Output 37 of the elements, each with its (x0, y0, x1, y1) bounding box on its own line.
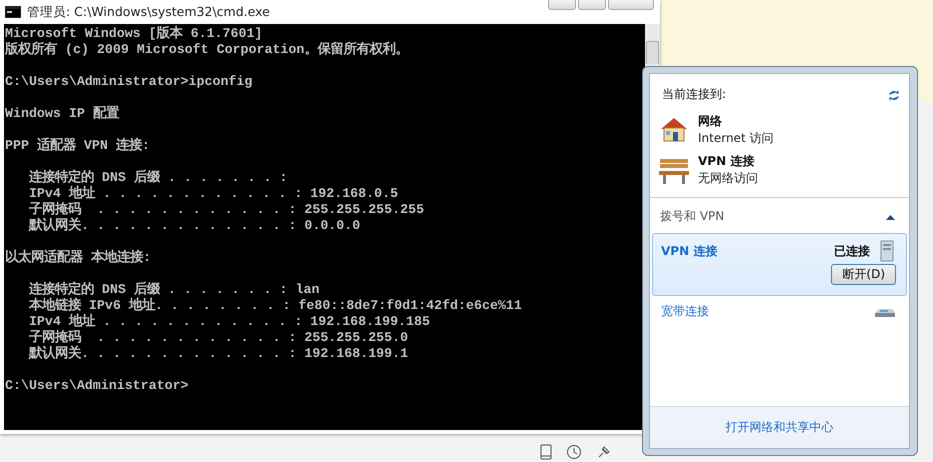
connection-state: 已连接 (834, 242, 870, 260)
window-title: 管理员: C:\Windows\system32\cmd.exe (27, 4, 270, 20)
console-line: IPv4 地址 . . . . . . . . . . . . : 192.168.199.185 (28, 314, 430, 330)
console-line: 以太网适配器 本地连接: (5, 250, 151, 266)
section-heading: 拨号和 VPN (660, 208, 724, 225)
pin-icon[interactable] (596, 444, 612, 460)
console-line: Windows IP 配置 (5, 106, 119, 122)
connection-status: Internet 访问 (698, 130, 774, 147)
phone-icon[interactable] (540, 444, 552, 460)
refresh-icon[interactable] (887, 88, 901, 100)
flyout-heading: 当前连接到: (662, 86, 726, 103)
console-line: 本地链接 IPv6 地址. . . . . . . . : fe80::8de7:f0d1:42fd:e6ce%11 (28, 298, 522, 314)
console-line: 默认网关. . . . . . . . . . . . . : 0.0.0.0 (28, 218, 360, 234)
console-line: 连接特定的 DNS 后缀 . . . . . . . : lan (28, 282, 320, 298)
network-center-link[interactable]: 打开网络和共享中心 (726, 419, 834, 436)
console-line: IPv4 地址 . . . . . . . . . . . . : 192.168.0.5 (28, 186, 398, 202)
console-line: 连接特定的 DNS 后缀 . . . . . . . : (28, 170, 288, 186)
disconnect-button[interactable]: 断开(D) (831, 264, 896, 285)
caret-up-icon[interactable] (886, 214, 895, 220)
connection-name: 宽带连接 (661, 303, 710, 320)
connection-item[interactable]: 宽带连接 (652, 296, 907, 331)
connection-name: VPN 连接 (661, 242, 718, 260)
console-line: 子网掩码 . . . . . . . . . . . . : 255.255.255.0 (28, 330, 408, 345)
connection-name: 网络 (698, 113, 723, 130)
console-line: C:\Users\Administrator>ipconfig (5, 74, 252, 90)
connection-name: VPN 连接 (698, 153, 756, 170)
clock-icon[interactable] (566, 444, 582, 460)
console-line: Microsoft Windows [版本 6.1.7601] (5, 26, 262, 42)
server-icon (878, 240, 896, 262)
selected-connection-panel[interactable]: VPN 连接 已连接 断开(D) (652, 233, 907, 296)
console-line: 子网掩码 . . . . . . . . . . . . : 255.255.255.255 (28, 202, 424, 217)
connection-status: 无网络访问 (698, 170, 758, 187)
console-line: C:\Users\Administrator> (5, 378, 189, 394)
console-line: 版权所有 (c) 2009 Microsoft Corporation。保留所有权利。 (5, 42, 408, 58)
console-icon (5, 6, 21, 18)
console-line: PPP 适配器 VPN 连接: (5, 138, 150, 154)
console-line: 默认网关. . . . . . . . . . . . . : 192.168.199.1 (28, 346, 408, 362)
